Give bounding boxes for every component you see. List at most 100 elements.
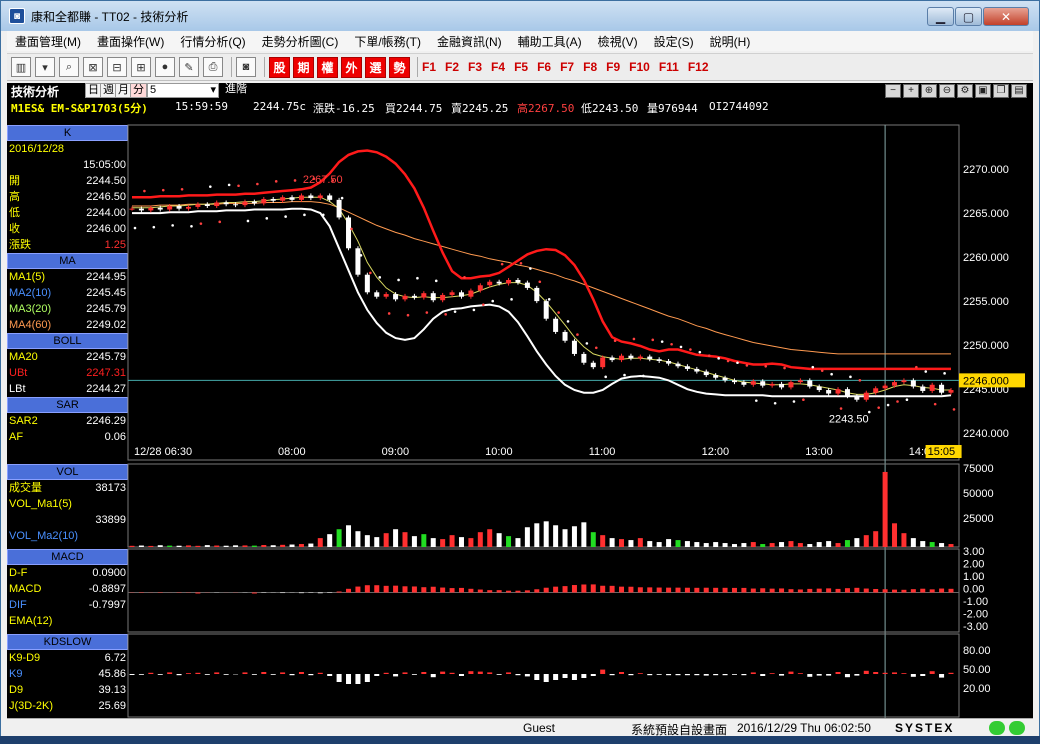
sar-dot [274,180,278,183]
menu-settings[interactable]: 設定(S) [646,33,702,50]
zoom-icon[interactable]: ⌕ [59,57,79,77]
volume-bar [694,542,700,547]
f4-key[interactable]: F4 [491,60,505,74]
candle [826,390,832,394]
candle [910,380,916,387]
options-button[interactable]: 權 [317,56,338,78]
kd-bar [487,672,493,674]
volume-bar [280,544,286,547]
f5-key[interactable]: F5 [514,60,528,74]
kd-bar [807,674,813,677]
macd-bar [948,588,954,593]
compare-icon[interactable]: ⊞ [131,57,151,77]
f10-key[interactable]: F10 [629,60,650,74]
futures-button[interactable]: 期 [293,56,314,78]
macd-bar [929,589,935,593]
menu-view[interactable]: 檢視(V) [590,33,646,50]
indicator-icon[interactable]: ▾ [35,57,55,77]
chart-type-icon[interactable]: ▥ [11,57,31,77]
grid-icon[interactable]: ⊟ [107,57,127,77]
stock-button[interactable]: 股 [269,56,290,78]
macd-bar [195,592,201,594]
volume-bar [562,529,568,547]
draw-icon[interactable]: ✎ [179,57,199,77]
kd-bar [590,674,596,676]
foreign-button[interactable]: 外 [341,56,362,78]
minimize-button[interactable]: ▁ [927,7,954,26]
kd-pane-frame [127,633,960,718]
f1-key[interactable]: F1 [422,60,436,74]
logo-icon[interactable]: ◙ [236,57,256,77]
macd-bar [468,588,474,593]
candle [233,204,239,206]
macd-bar [251,592,257,594]
volume-bar [656,542,662,547]
volume-bar [797,543,803,547]
low-price-label: 2243.50 [829,413,869,425]
sar-dot [209,185,212,188]
coin-icon[interactable]: ● [155,57,175,77]
kd-bar [543,674,549,682]
close-button[interactable]: ✕ [983,7,1029,26]
macd-bar [835,588,841,593]
chart-canvas[interactable]: 2270.000 2265.000 2260.000 2255.000 2250.000… [7,83,1033,718]
power-icon[interactable] [1009,721,1025,735]
volume-bar [769,543,775,547]
f2-key[interactable]: F2 [445,60,459,74]
menu-help[interactable]: 說明(H) [702,33,759,50]
f12-key[interactable]: F12 [688,60,709,74]
candle [694,368,700,372]
sar-dot [397,278,400,282]
candle [487,281,493,286]
trend-button[interactable]: 勢 [389,56,410,78]
app-logo-icon[interactable]: ◙ [9,8,25,24]
volume-bar [402,532,408,547]
print-icon[interactable]: ⎙ [203,57,223,77]
volume-bar [637,538,643,547]
candle [148,207,154,211]
f3-key[interactable]: F3 [468,60,482,74]
volume-bar [383,533,389,547]
macd-bar [910,589,916,593]
f7-key[interactable]: F7 [560,60,574,74]
menu-trend-chart[interactable]: 走勢分析圖(C) [254,33,347,50]
maximize-button[interactable]: ▢ [955,7,982,26]
kd-bar [571,674,577,680]
f6-key[interactable]: F6 [537,60,551,74]
volume-bar [939,543,945,547]
volume-bar [204,545,210,547]
volume-bar [609,538,615,547]
kd-bar [421,672,427,674]
volume-bar [892,523,898,547]
volume-bar [929,542,935,547]
macd-bar [863,588,869,593]
f9-key[interactable]: F9 [606,60,620,74]
sar-dot [933,402,937,406]
menu-tools[interactable]: 輔助工具(A) [510,33,590,50]
candle [562,331,568,341]
sar-dot [171,224,174,227]
f11-key[interactable]: F11 [659,60,679,74]
candle [892,382,898,386]
time-tick-label: 13:00 [805,446,833,458]
menu-order-account[interactable]: 下單/帳務(T) [346,33,429,50]
sar-dot [839,407,843,410]
macd-bar [826,588,832,593]
volume-bar [440,539,446,547]
cross-icon[interactable]: ⊠ [83,57,103,77]
macd-bar [534,589,540,593]
menu-screen-manage[interactable]: 畫面管理(M) [7,33,89,50]
menu-screen-operate[interactable]: 畫面操作(W) [89,33,172,50]
candle [628,355,634,359]
f8-key[interactable]: F8 [583,60,597,74]
volume-bar [553,525,559,547]
select-button[interactable]: 選 [365,56,386,78]
menu-financial-info[interactable]: 金融資訊(N) [429,33,510,50]
kd-bar [656,674,662,675]
sar-dot [764,364,768,368]
technical-analysis-panel: 技術分析 日 週 月 分 5 ▾ 進階 − + ⊕ ⊖ ⚙ ▣ ❐ ▤ M1ES&… [7,83,1033,718]
macd-bar [731,587,737,593]
menu-market-analysis[interactable]: 行情分析(Q) [172,33,253,50]
volume-bar [524,527,530,547]
volume-bar [684,541,690,547]
